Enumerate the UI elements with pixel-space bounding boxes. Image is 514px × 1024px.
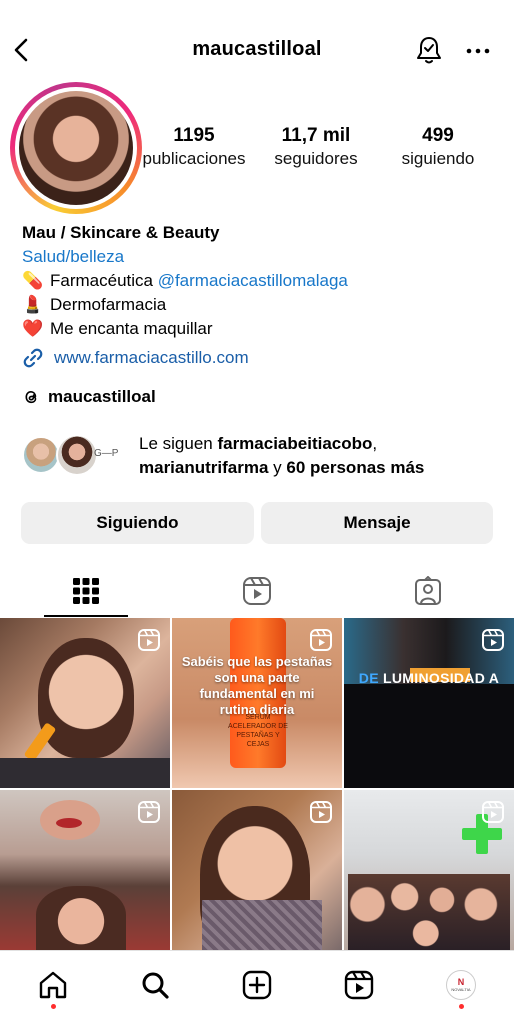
post-thumbnail[interactable]	[172, 790, 342, 950]
stat-followers-value: 11,7 mil	[281, 125, 351, 146]
reel-icon	[138, 801, 160, 823]
follower-name: farmaciabeitiacobo	[217, 434, 373, 453]
lipstick-icon: 💄	[22, 295, 44, 314]
bio-line: 💄 Dermofarmacia	[22, 293, 502, 317]
profile-tabs	[0, 565, 514, 617]
nav-create[interactable]	[237, 965, 277, 1005]
bell-check-icon	[417, 37, 441, 64]
post-caption: DE LUMINOSIDAD A	[358, 670, 500, 686]
reel-icon	[138, 629, 160, 651]
bio-line: 💊 Farmacéutica @farmaciacastillomalaga	[22, 269, 502, 293]
bio-mention-link[interactable]: @farmaciacastillomalaga	[158, 271, 348, 290]
reel-icon	[310, 801, 332, 823]
bio-text: Farmacéutica	[50, 271, 158, 290]
reel-icon	[310, 629, 332, 651]
stat-following-label: siguiendo	[401, 149, 475, 168]
stat-following-value: 499	[422, 125, 454, 146]
follower-avatar-text: G—P	[94, 448, 119, 459]
post-thumbnail[interactable]: DE LUMINOSIDAD A	[344, 618, 514, 788]
followed-by-section[interactable]: G—P Le siguen farmaciabeitiacobo, marian…	[22, 432, 502, 482]
profile-category[interactable]: Salud/belleza	[22, 245, 502, 269]
follower-name: marianutrifarma	[139, 458, 269, 477]
bio-text: Dermofarmacia	[50, 295, 167, 314]
stat-posts[interactable]: 1195 publicaciones	[134, 124, 254, 170]
lips	[56, 818, 82, 828]
reels-icon	[243, 577, 271, 605]
bio-line: ❤️ Me encanta maquillar	[22, 317, 502, 341]
nav-search[interactable]	[135, 965, 175, 1005]
threads-icon	[25, 390, 37, 404]
threads-handle: maucastilloal	[48, 387, 156, 406]
stat-posts-value: 1195	[173, 125, 215, 146]
tab-reels[interactable]	[215, 565, 299, 617]
more-options-button[interactable]	[462, 36, 494, 64]
grid-icon	[73, 578, 99, 604]
stat-followers[interactable]: 11,7 mil seguidores	[256, 124, 376, 170]
link-icon	[23, 348, 43, 368]
notifications-button[interactable]	[413, 34, 445, 66]
search-icon	[142, 972, 169, 999]
profile-avatar	[19, 91, 133, 205]
create-icon	[242, 970, 272, 1000]
reels-icon	[344, 970, 374, 1000]
tab-tagged[interactable]	[386, 565, 470, 617]
threads-badge[interactable]: maucastilloal	[22, 387, 156, 407]
reel-icon	[482, 629, 504, 651]
website-url: www.farmaciacastillo.com	[54, 348, 249, 367]
bio-text: Me encanta maquillar	[50, 319, 213, 338]
more-horizontal-icon	[466, 48, 490, 54]
stat-posts-label: publicaciones	[142, 149, 246, 168]
tab-posts-grid[interactable]	[44, 565, 128, 617]
posts-grid: SÉRUM ACELERADOR DE PESTAÑAS Y CEJAS Sab…	[0, 618, 514, 950]
nav-home[interactable]	[33, 965, 73, 1005]
notification-dot	[459, 1004, 464, 1009]
post-thumbnail[interactable]	[0, 618, 170, 788]
active-tab-indicator	[44, 615, 128, 617]
heart-icon: ❤️	[22, 319, 44, 338]
post-caption: Sabéis que las pestañas son una parte fu…	[181, 654, 333, 717]
home-icon	[39, 971, 67, 999]
website-link[interactable]: www.farmaciacastillo.com	[22, 347, 249, 369]
stat-followers-label: seguidores	[274, 149, 358, 168]
post-thumbnail[interactable]	[344, 790, 514, 950]
nav-profile[interactable]: N NOVALTIA	[441, 965, 481, 1005]
pill-icon: 💊	[22, 271, 44, 290]
nav-reels[interactable]	[339, 965, 379, 1005]
post-thumbnail[interactable]	[0, 790, 170, 950]
reel-icon	[482, 801, 504, 823]
profile-bio: Mau / Skincare & Beauty Salud/belleza 💊 F…	[22, 221, 502, 341]
notification-dot	[51, 1004, 56, 1009]
group-photo	[348, 874, 510, 950]
follower-avatar	[22, 436, 60, 474]
display-name: Mau / Skincare & Beauty	[22, 223, 220, 242]
novaltia-logo: N	[457, 977, 465, 987]
stat-following[interactable]: 499 siguiendo	[378, 124, 498, 170]
profile-avatar: N NOVALTIA	[446, 970, 476, 1000]
bottom-navigation: N NOVALTIA	[0, 950, 514, 1024]
followers-others: 60 personas más	[286, 458, 425, 477]
followed-by-text: Le siguen farmaciabeitiacobo, marianutri…	[139, 434, 425, 477]
post-thumbnail[interactable]: SÉRUM ACELERADOR DE PESTAÑAS Y CEJAS Sab…	[172, 618, 342, 788]
follower-avatar	[56, 434, 98, 476]
profile-avatar-story-ring[interactable]	[10, 82, 142, 214]
following-button[interactable]: Siguiendo	[21, 502, 254, 544]
message-button[interactable]: Mensaje	[261, 502, 493, 544]
tagged-icon	[415, 576, 441, 605]
